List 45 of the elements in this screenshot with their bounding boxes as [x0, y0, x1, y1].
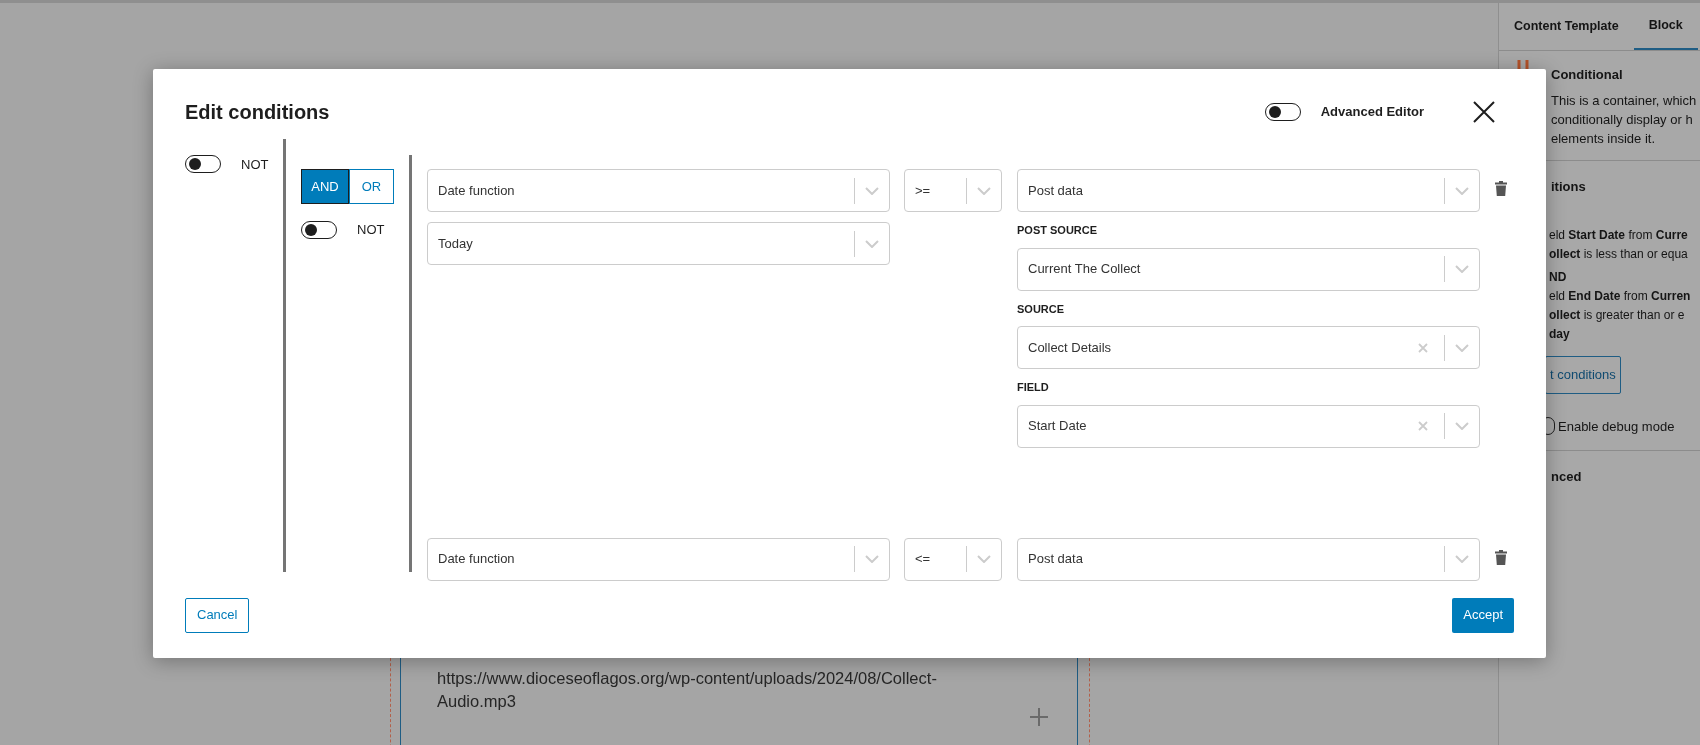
select-field[interactable]: Date function — [427, 169, 890, 212]
select-field[interactable]: Start Date — [1017, 404, 1480, 448]
chevron-down-icon — [1455, 186, 1469, 195]
block-title: Conditional — [1551, 66, 1624, 84]
select-field[interactable]: Post data — [1017, 169, 1480, 212]
toggle-switch[interactable] — [185, 155, 221, 173]
debug-mode-label: Enable debug mode — [1558, 417, 1675, 436]
close-icon[interactable] — [1472, 100, 1496, 124]
field-label: POST SOURCE — [1017, 223, 1099, 238]
conditions-summary: eld Start Date from Curre ollect is less than or equa ND eld End Date from Curren ollect is greater than or e day — [1549, 227, 1692, 343]
chevron-down-icon — [865, 555, 879, 563]
select-field[interactable]: Current The Collect — [1017, 247, 1480, 291]
chevron-down-icon — [977, 555, 991, 563]
sidebar-tab[interactable]: Content Template — [1499, 3, 1634, 50]
section-title[interactable]: itions — [1551, 176, 1700, 196]
chevron-down-icon — [865, 186, 879, 195]
select-field[interactable]: Today — [427, 222, 890, 265]
select-field[interactable]: Date function — [427, 537, 890, 581]
field-label: FIELD — [1017, 380, 1050, 395]
select-field[interactable]: >= — [904, 169, 1002, 212]
toggle-switch[interactable] — [1264, 103, 1301, 121]
url-text: https://www.dioceseoflagos.org/wp-content/uploads/2024/08/Collect-Audio.mp3 — [437, 668, 938, 712]
field-label: SOURCE — [1017, 301, 1066, 317]
trash-icon[interactable] — [1495, 549, 1507, 565]
chevron-down-icon — [1455, 555, 1469, 563]
cancel-button[interactable]: Cancel — [185, 597, 250, 633]
block-description: This is a container, which conditionally display or h elements inside it. — [1551, 91, 1698, 148]
select-field[interactable]: <= — [904, 537, 1002, 581]
toggle-switch[interactable] — [301, 220, 337, 239]
trash-icon[interactable] — [1495, 181, 1507, 196]
operator-tab[interactable]: AND — [301, 169, 349, 204]
chevron-down-icon — [865, 239, 879, 248]
not-label: NOT — [241, 156, 269, 174]
not-label: NOT — [357, 221, 385, 239]
chevron-down-icon — [1455, 265, 1469, 273]
advanced-editor-label: Advanced Editor — [1320, 103, 1424, 122]
sidebar-tab[interactable]: Block — [1633, 3, 1698, 50]
chevron-down-icon — [977, 186, 991, 195]
select-field[interactable]: Post data — [1017, 537, 1480, 581]
dialog-title: Edit conditions — [185, 100, 331, 125]
operator-tab[interactable]: OR — [349, 169, 394, 204]
chevron-down-icon — [1455, 422, 1469, 430]
select-field[interactable]: Collect Details — [1017, 326, 1480, 369]
chevron-down-icon — [1455, 343, 1469, 352]
accept-button[interactable]: Accept — [1452, 597, 1514, 633]
